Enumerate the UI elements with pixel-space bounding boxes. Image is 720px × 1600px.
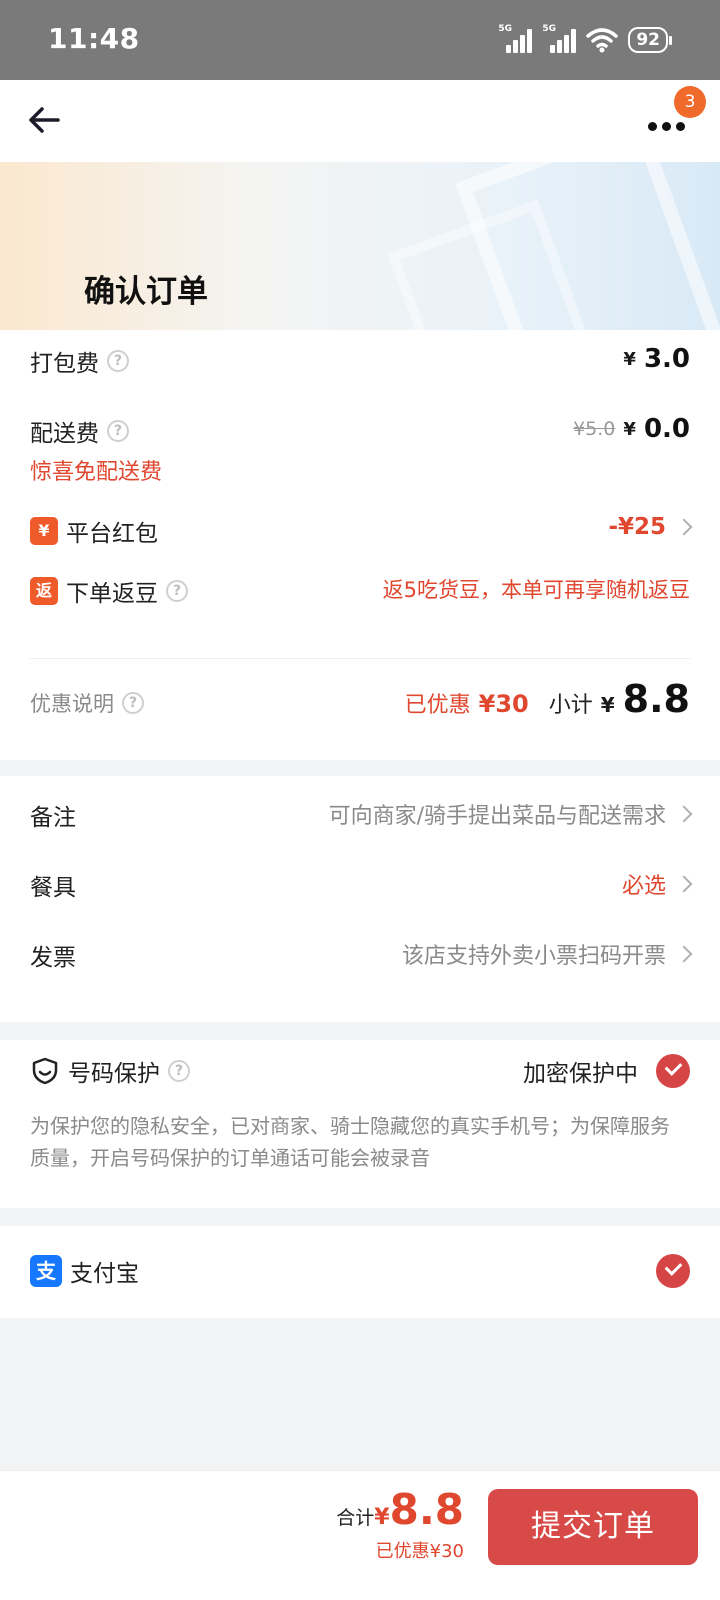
payment-row[interactable]: 支支付宝 — [30, 1254, 690, 1288]
yen-coupon-icon: ¥ — [30, 517, 58, 545]
payment-label: 支付宝 — [70, 1261, 139, 1287]
beans-label: 下单返豆 — [66, 581, 158, 607]
beans-row: 返下单返豆? 返5吃货豆，本单可再享随机返豆 — [30, 574, 690, 608]
delivery-fee-value: 0.0 — [643, 414, 690, 444]
utensils-label: 餐具 — [30, 875, 76, 901]
alipay-icon: 支 — [30, 1255, 62, 1287]
signal-icon: 5G — [498, 24, 533, 53]
invoice-row[interactable]: 发票 该店支持外卖小票扫码开票 — [30, 934, 693, 974]
help-icon[interactable]: ? — [107, 350, 129, 372]
total-saved: 已优惠¥30 — [375, 1541, 464, 1562]
checkout-bar: 合计 ¥ 8.8 已优惠¥30 提交订单 — [0, 1470, 720, 1600]
wifi-icon — [586, 28, 619, 53]
utensils-value: 必选 — [621, 874, 666, 899]
utensils-row[interactable]: 餐具 必选 — [30, 864, 693, 904]
order-options-card: 备注 可向商家/骑手提出菜品与配送需求 餐具 必选 发票 该店支持外卖小票扫码开… — [0, 776, 720, 1022]
more-dots-icon — [648, 122, 657, 131]
red-packet-value: -¥25 — [608, 514, 666, 540]
remark-value: 可向商家/骑手提出菜品与配送需求 — [328, 804, 666, 829]
notification-badge: 3 — [674, 86, 706, 118]
subtotal-label: 小计 — [548, 693, 593, 718]
delivery-fee-label: 配送费 — [30, 421, 99, 447]
nav-bar: 3 — [0, 80, 720, 162]
saved-label: 已优惠 — [404, 693, 471, 718]
page-title: 确认订单 — [84, 274, 208, 310]
total-block: 合计 ¥ 8.8 已优惠¥30 — [336, 1489, 464, 1563]
header-banner: 确认订单 — [0, 162, 720, 330]
chevron-right-icon — [675, 805, 693, 823]
help-icon[interactable]: ? — [166, 580, 188, 602]
back-arrow-icon[interactable] — [24, 100, 64, 140]
currency-symbol: ¥ — [600, 693, 615, 717]
network-type-label: 5G — [542, 24, 556, 34]
shield-icon — [32, 1057, 58, 1085]
number-protection-label: 号码保护 — [68, 1061, 160, 1087]
red-packet-row[interactable]: ¥ 平台红包 -¥25 — [30, 514, 693, 548]
status-time: 11:48 — [48, 22, 140, 55]
payment-method-card[interactable]: 支支付宝 — [0, 1226, 720, 1318]
submit-order-button[interactable]: 提交订单 — [488, 1489, 698, 1565]
delivery-original-price: ¥5.0 — [573, 418, 616, 440]
chevron-right-icon — [675, 518, 693, 536]
packing-fee-label: 打包费 — [30, 351, 99, 377]
delivery-fee-row: 配送费? ¥5.0 ¥ 0.0 惊喜免配送费 — [30, 414, 690, 486]
number-protection-card: 号码保护 ? 加密保护中 为保护您的隐私安全，已对商家、骑士隐藏您的真实手机号；… — [0, 1040, 720, 1208]
chevron-right-icon — [675, 945, 693, 963]
fees-card: 打包费? ¥ 3.0 配送费? ¥5.0 ¥ 0.0 惊喜免配送费 ¥ 平台红包 … — [0, 330, 720, 760]
beans-return-icon: 返 — [30, 577, 58, 605]
network-type-label: 5G — [498, 24, 512, 34]
currency-symbol: ¥ — [623, 418, 636, 440]
invoice-value: 该店支持外卖小票扫码开票 — [401, 944, 666, 969]
discount-explain-label: 优惠说明 — [30, 692, 114, 716]
status-icons: 5G 5G 92 — [498, 24, 672, 56]
signal-icon: 5G — [542, 24, 577, 53]
check-icon[interactable] — [656, 1054, 690, 1088]
protection-status: 加密保护中 — [523, 1061, 638, 1087]
divider — [30, 658, 690, 659]
help-icon[interactable]: ? — [168, 1060, 190, 1082]
packing-fee-row: 打包费? ¥ 3.0 — [30, 344, 690, 378]
saved-amount: ¥30 — [478, 690, 529, 718]
free-delivery-note: 惊喜免配送费 — [30, 460, 163, 485]
chevron-right-icon — [675, 875, 693, 893]
status-bar: 11:48 5G 5G 92 — [0, 0, 720, 80]
total-label: 合计 — [336, 1507, 375, 1529]
remark-row[interactable]: 备注 可向商家/骑手提出菜品与配送需求 — [30, 794, 693, 834]
number-protection-row: 号码保护 ? 加密保护中 — [30, 1054, 690, 1090]
red-packet-label: 平台红包 — [66, 521, 158, 547]
help-icon[interactable]: ? — [122, 692, 144, 714]
number-protection-description: 为保护您的隐私安全，已对商家、骑士隐藏您的真实手机号；为保障服务质量，开启号码保… — [30, 1114, 670, 1170]
total-value: 8.8 — [389, 1485, 464, 1534]
help-icon[interactable]: ? — [107, 420, 129, 442]
remark-label: 备注 — [30, 805, 76, 831]
subtotal-value: 8.8 — [622, 677, 690, 721]
invoice-label: 发票 — [30, 945, 76, 971]
currency-symbol: ¥ — [623, 348, 636, 370]
packing-fee-value: 3.0 — [643, 344, 690, 374]
battery-icon: 92 — [628, 27, 672, 53]
discount-summary-row: 优惠说明? 已优惠 ¥30 小计 ¥ 8.8 — [30, 680, 690, 718]
beans-value: 返5吃货豆，本单可再享随机返豆 — [382, 578, 690, 602]
currency-symbol: ¥ — [374, 1505, 390, 1530]
check-icon[interactable] — [656, 1254, 690, 1288]
